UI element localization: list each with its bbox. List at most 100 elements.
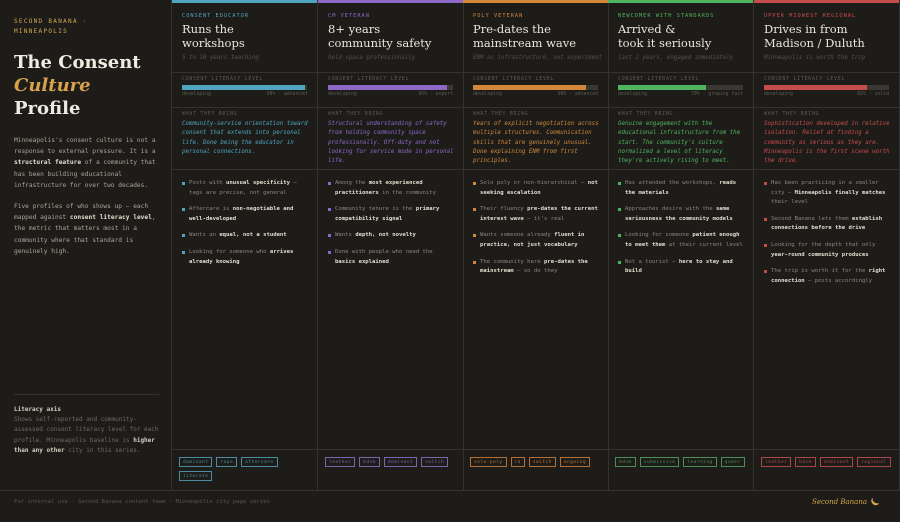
profile-column: CONSENT EDUCATOR Runs the workshops 5 to… (172, 0, 318, 490)
point-item: Wants depth, not novelty (328, 231, 456, 241)
column-eyebrow: CONSENT EDUCATOR (182, 13, 250, 19)
tag-chip[interactable]: dominant (179, 457, 213, 467)
title-accent: Culture (14, 75, 91, 96)
point-item: Second Banana lets them establish connec… (764, 215, 892, 234)
point-item: Wants someone already fluent in practice… (473, 231, 601, 250)
title-line-3: Profile (14, 98, 81, 119)
column-top-bar (608, 0, 753, 3)
column-eyebrow: UPPER MIDWEST REGIONAL (764, 13, 857, 19)
profile-column: NEWCOMER WITH STANDARDS Arrived & took i… (608, 0, 754, 490)
tag-chip[interactable]: leather (325, 457, 356, 467)
meter-scale: developing 95% · expert (328, 92, 453, 97)
column-subtitle: 5 to 10 years teaching (182, 55, 259, 62)
point-item: Has attended the workshops, reads the ma… (618, 179, 746, 198)
point-text-end: at their current level (665, 241, 743, 248)
tag-chip[interactable]: rope (216, 457, 237, 467)
meter-track (618, 85, 743, 90)
intro-2-b: consent literacy level (69, 214, 152, 222)
point-text-start: Approaches desire with the (625, 206, 716, 213)
meter-fill (764, 85, 867, 90)
point-emphasis: depth, not novelty (355, 232, 416, 239)
tag-chip[interactable]: dominant (383, 457, 418, 467)
point-item: Their fluency pre-dates the current inte… (473, 205, 601, 224)
meter-track (473, 85, 598, 90)
tag-chip[interactable]: literate (179, 471, 213, 481)
tag-chip[interactable]: aftercare (241, 457, 278, 467)
column-title-line-1: Runs the (182, 22, 234, 36)
tag-chip[interactable]: BDSM (615, 457, 636, 467)
profile-tags: leather BDSM dominant regional (761, 457, 893, 467)
column-title-line-2: took it seriously (618, 36, 712, 51)
column-title-line-2: mainstream wave (473, 36, 577, 51)
literacy-axis-note: Literacy axis Shows self-reported and co… (14, 394, 159, 456)
column-divider (463, 169, 608, 170)
point-text-start: Wants (335, 232, 356, 239)
meter-label: CONSENT LITERACY LEVEL (473, 77, 555, 82)
point-text-start: Wants an (189, 232, 220, 239)
state-label: WHAT THEY BRING (764, 112, 820, 117)
column-divider (172, 169, 317, 170)
literacy-meter: CONSENT LITERACY LEVEL developing 82% · … (754, 72, 899, 108)
column-title: Runs the workshops (182, 22, 312, 50)
literacy-meter: CONSENT LITERACY LEVEL developing 90% · … (463, 72, 608, 108)
column-title-line-2: workshops (182, 36, 245, 51)
point-item: Looking for someone who arrives already … (182, 248, 310, 267)
column-header: POLY VETERAN Pre-dates the mainstream wa… (473, 12, 603, 63)
tag-chip[interactable]: BDSM (359, 457, 380, 467)
point-item: Posts with unusual specificity — tags ar… (182, 179, 310, 198)
tag-chip[interactable]: submissive (639, 457, 680, 467)
column-title: Drives in from Madison / Duluth (764, 22, 894, 50)
meter-left-label: developing (764, 92, 793, 97)
profile-points: Posts with unusual specificity — tags ar… (182, 179, 310, 274)
tag-chip[interactable]: switch (528, 457, 556, 467)
profile-points: Has been practicing in a smaller city — … (764, 179, 892, 293)
state-description: Structural understanding of safety from … (328, 121, 454, 165)
state-description: Sophistication developed in relative iso… (764, 121, 890, 165)
tag-chip[interactable]: solo-poly (470, 457, 507, 467)
state-description: Community-service orientation toward con… (182, 121, 308, 155)
tag-chip[interactable]: learning (683, 457, 717, 467)
point-item: Solo poly or non-hierarchical — not seek… (473, 179, 601, 198)
state-description: Genuine engagement with the educational … (618, 121, 741, 165)
point-text-start: The trip is worth it for the (771, 268, 869, 275)
tag-chip[interactable]: regional (857, 457, 891, 467)
point-item: Looking for the depth that only year-rou… (764, 241, 892, 260)
intro-paragraph-2: Five profiles of who shows up — each map… (14, 201, 159, 257)
meter-fill (618, 85, 706, 90)
point-item: Not a tourist — here to stay and build (618, 258, 746, 277)
consent-profile-page: SECOND BANANA · MINNEAPOLIS The Consent … (0, 0, 900, 522)
point-item: Wants an equal, not a student (182, 231, 310, 241)
literacy-meter: CONSENT LITERACY LEVEL developing 98% · … (172, 72, 317, 108)
tag-chip[interactable]: RA (510, 457, 525, 467)
point-text-start: Not a tourist — (625, 258, 679, 265)
meter-fill (328, 85, 447, 90)
meter-left-label: developing (618, 92, 647, 97)
profile-column: CM VETERAN 8+ years community safety hel… (318, 0, 464, 490)
point-item: The community here pre-dates the mainstr… (473, 258, 601, 277)
profile-tags: BDSM submissive learning queer (615, 457, 747, 467)
tag-chip[interactable]: ongoing (559, 457, 591, 467)
tag-chip[interactable]: dominant (819, 457, 854, 467)
tag-chip[interactable]: queer (720, 457, 745, 467)
meter-right-label: 82% · solid (857, 92, 889, 97)
footer-brand-text: Second Banana (812, 498, 867, 506)
column-title: Pre-dates the mainstream wave (473, 22, 603, 50)
point-text-start: Among the (335, 180, 369, 186)
meter-label: CONSENT LITERACY LEVEL (182, 77, 264, 82)
tag-chip[interactable]: switch (421, 457, 449, 467)
column-header: UPPER MIDWEST REGIONAL Drives in from Ma… (764, 12, 894, 63)
banana-icon (871, 497, 879, 506)
profile-tags: solo-poly RA switch ongoing (470, 457, 602, 467)
brand-line: SECOND BANANA · MINNEAPOLIS (14, 17, 157, 37)
meter-scale: developing 82% · solid (764, 92, 889, 97)
meter-fill (473, 85, 586, 90)
tag-chip[interactable]: leather (761, 457, 792, 467)
point-item: Looking for someone patient enough to me… (618, 231, 746, 250)
meter-label: CONSENT LITERACY LEVEL (328, 77, 410, 82)
meter-label: CONSENT LITERACY LEVEL (764, 77, 846, 82)
point-emphasis: equal, not a student (219, 232, 287, 239)
column-title: Arrived & took it seriously (618, 22, 748, 50)
point-text-start: The community here (480, 258, 544, 265)
tag-chip[interactable]: BDSM (795, 457, 816, 467)
meter-scale: developing 90% · advanced (473, 92, 598, 97)
